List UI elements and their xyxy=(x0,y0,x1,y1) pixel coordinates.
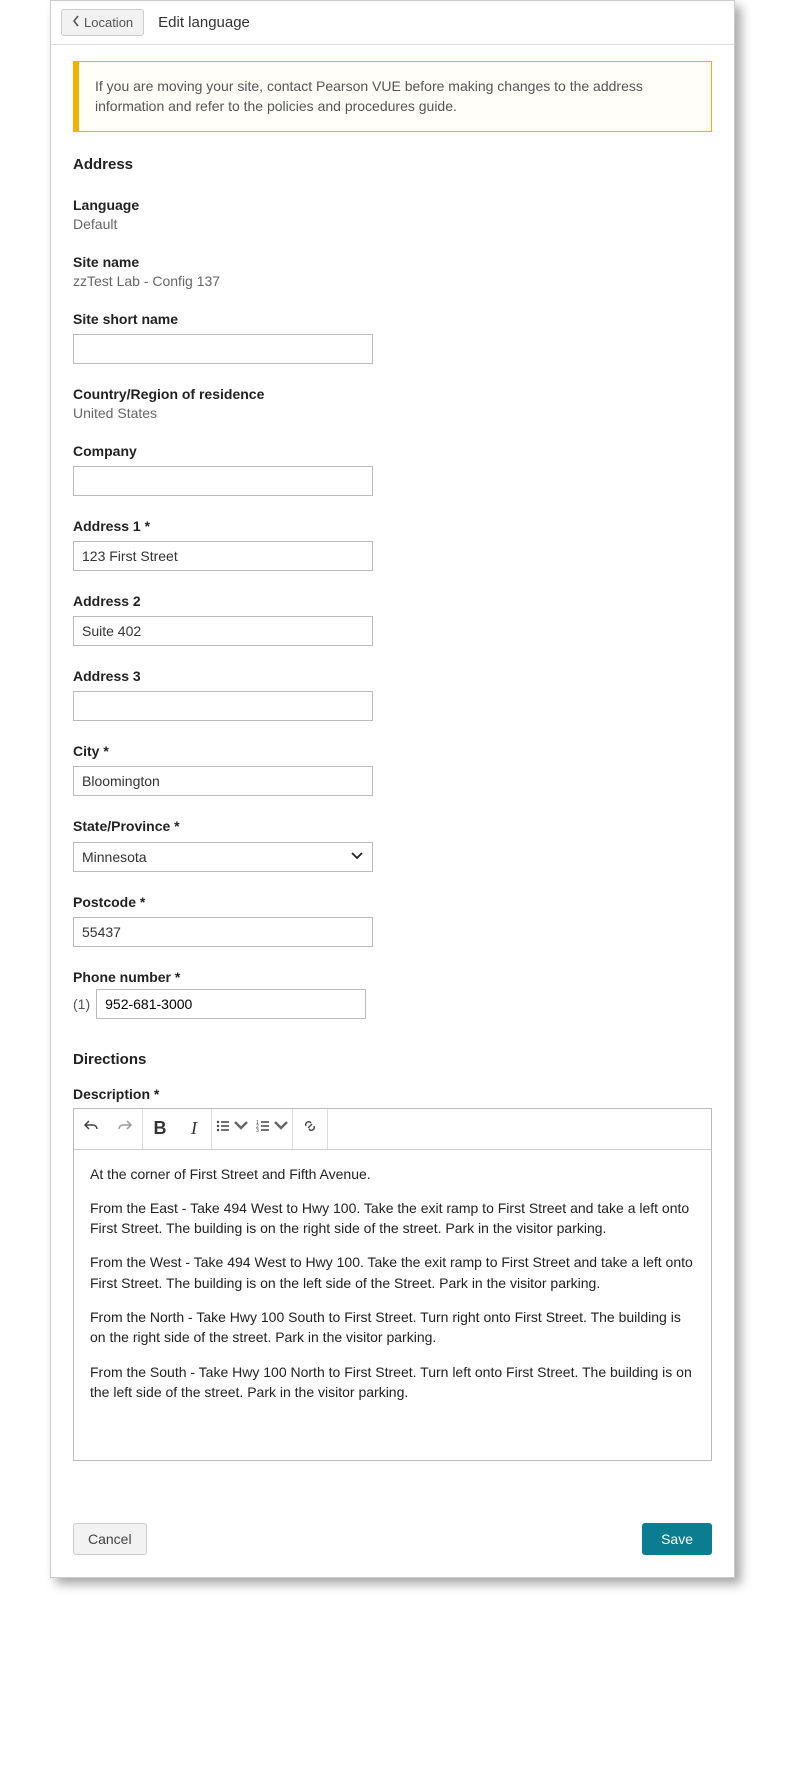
address2-field: Address 2 xyxy=(73,593,712,646)
country-label: Country/Region of residence xyxy=(73,386,712,402)
phone-field: Phone number * (1) xyxy=(73,969,712,1019)
numbered-list-icon: 123 xyxy=(255,1118,271,1139)
postcode-input[interactable] xyxy=(73,917,373,947)
description-paragraph: From the East - Take 494 West to Hwy 100… xyxy=(90,1198,695,1239)
page-title: Edit language xyxy=(158,14,250,31)
save-button[interactable]: Save xyxy=(642,1523,712,1555)
numbered-list-button[interactable]: 123 xyxy=(252,1109,292,1149)
italic-button[interactable]: I xyxy=(177,1109,211,1149)
site-short-name-input[interactable] xyxy=(73,334,373,364)
form-content: If you are moving your site, contact Pea… xyxy=(51,45,734,1505)
description-label: Description * xyxy=(73,1086,712,1102)
country-field: Country/Region of residence United State… xyxy=(73,386,712,421)
phone-prefix: (1) xyxy=(73,996,90,1012)
chevron-left-icon xyxy=(72,15,80,30)
language-value: Default xyxy=(73,216,117,232)
directions-section-heading: Directions xyxy=(73,1051,712,1068)
address3-field: Address 3 xyxy=(73,668,712,721)
description-paragraph: From the West - Take 494 West to Hwy 100… xyxy=(90,1252,695,1293)
link-icon xyxy=(302,1118,318,1139)
city-input[interactable] xyxy=(73,766,373,796)
site-short-name-field: Site short name xyxy=(73,311,712,364)
page-header: Location Edit language xyxy=(51,1,734,45)
bullet-list-button[interactable] xyxy=(212,1109,252,1149)
description-paragraph: From the South - Take Hwy 100 North to F… xyxy=(90,1362,695,1403)
address1-input[interactable] xyxy=(73,541,373,571)
state-select[interactable]: Minnesota xyxy=(73,842,373,872)
description-field: Description * xyxy=(73,1086,712,1461)
city-label: City * xyxy=(73,743,712,759)
bullet-list-icon xyxy=(215,1118,231,1139)
state-label: State/Province * xyxy=(73,818,712,834)
company-label: Company xyxy=(73,443,712,459)
page-frame: Location Edit language If you are moving… xyxy=(50,0,735,1578)
address3-label: Address 3 xyxy=(73,668,712,684)
phone-label: Phone number * xyxy=(73,969,712,985)
undo-icon xyxy=(83,1118,99,1139)
back-button[interactable]: Location xyxy=(61,9,144,36)
description-paragraph: At the corner of First Street and Fifth … xyxy=(90,1164,695,1184)
redo-icon xyxy=(117,1118,133,1139)
undo-button[interactable] xyxy=(74,1109,108,1149)
language-field: Language Default xyxy=(73,197,712,232)
site-short-name-label: Site short name xyxy=(73,311,712,327)
company-field: Company xyxy=(73,443,712,496)
cancel-button[interactable]: Cancel xyxy=(73,1523,147,1555)
country-value: United States xyxy=(73,405,157,421)
info-alert: If you are moving your site, contact Pea… xyxy=(73,61,712,132)
link-button[interactable] xyxy=(293,1109,327,1149)
back-button-label: Location xyxy=(84,15,133,30)
editor-toolbar: B I xyxy=(74,1109,711,1150)
phone-input[interactable] xyxy=(96,989,366,1019)
bold-button[interactable]: B xyxy=(143,1109,177,1149)
site-name-value: zzTest Lab - Config 137 xyxy=(73,273,220,289)
description-paragraph: From the North - Take Hwy 100 South to F… xyxy=(90,1307,695,1348)
svg-text:3: 3 xyxy=(256,1128,259,1134)
address1-field: Address 1 * xyxy=(73,518,712,571)
address2-label: Address 2 xyxy=(73,593,712,609)
form-footer: Cancel Save xyxy=(51,1505,734,1577)
state-field: State/Province * Minnesota xyxy=(73,818,712,872)
rich-text-editor: B I xyxy=(73,1108,712,1461)
postcode-field: Postcode * xyxy=(73,894,712,947)
address-section-heading: Address xyxy=(73,156,712,173)
address3-input[interactable] xyxy=(73,691,373,721)
language-label: Language xyxy=(73,197,712,213)
address2-input[interactable] xyxy=(73,616,373,646)
company-input[interactable] xyxy=(73,466,373,496)
editor-content[interactable]: At the corner of First Street and Fifth … xyxy=(74,1150,711,1460)
redo-button[interactable] xyxy=(108,1109,142,1149)
postcode-label: Postcode * xyxy=(73,894,712,910)
chevron-down-icon xyxy=(273,1118,289,1139)
city-field: City * xyxy=(73,743,712,796)
chevron-down-icon xyxy=(233,1118,249,1139)
address1-label: Address 1 * xyxy=(73,518,712,534)
site-name-label: Site name xyxy=(73,254,712,270)
site-name-field: Site name zzTest Lab - Config 137 xyxy=(73,254,712,289)
